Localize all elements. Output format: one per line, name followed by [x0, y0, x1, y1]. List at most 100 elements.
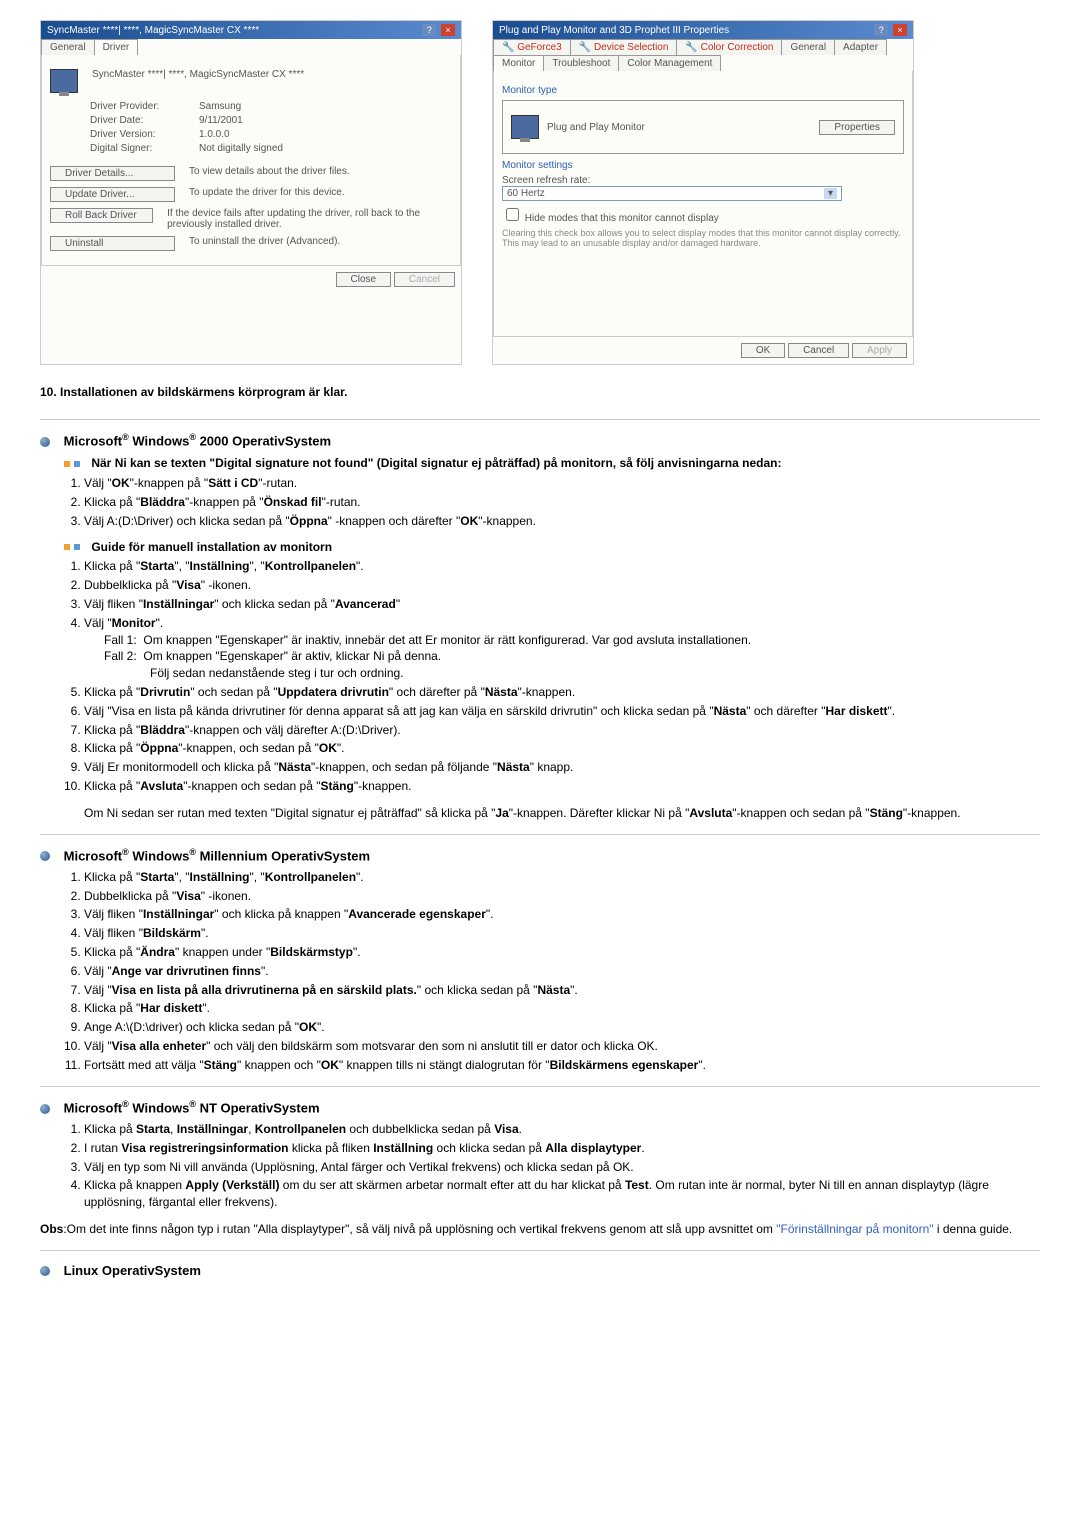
driver-info-grid: Driver Provider: Samsung Driver Date: 9/…	[90, 101, 452, 154]
close-icon[interactable]: ×	[441, 24, 455, 36]
monitor-settings-label: Monitor settings	[502, 160, 904, 171]
heading-windows-2000: Microsoft® Windows® 2000 OperativSystem	[40, 432, 1040, 448]
driver-properties-dialog: SyncMaster ****| ****, MagicSyncMaster C…	[40, 20, 462, 365]
bullet-icon	[40, 1104, 50, 1114]
chevron-down-icon: ▾	[824, 188, 837, 199]
dialog2-tabs: 🔧 GeForce3 🔧 Device Selection 🔧 Color Co…	[493, 39, 913, 71]
divider	[40, 419, 1040, 420]
tab-geforce[interactable]: 🔧 GeForce3	[493, 39, 571, 55]
hide-modes-checkbox-row: Hide modes that this monitor cannot disp…	[502, 205, 904, 224]
tab-driver[interactable]: Driver	[94, 39, 139, 55]
digital-sig-note: Om Ni sedan ser rutan med texten "Digita…	[84, 805, 1040, 822]
tab-color-management[interactable]: Color Management	[618, 55, 721, 71]
dialog1-tabs: General Driver	[41, 39, 461, 55]
list-digital-signature-steps: Välj "OK"-knappen på "Sätt i CD"-rutan. …	[40, 475, 1040, 529]
refresh-rate-label: Screen refresh rate:	[502, 175, 904, 186]
signer-label: Digital Signer:	[90, 143, 185, 154]
close-icon[interactable]: ×	[893, 24, 907, 36]
list-item: Välj Er monitormodell och klicka på "Näs…	[84, 759, 1040, 776]
dialog1-titlebar: SyncMaster ****| ****, MagicSyncMaster C…	[41, 21, 461, 39]
tab-general[interactable]: General	[41, 39, 95, 55]
monitor-type-box: Plug and Play Monitor Properties	[502, 100, 904, 154]
bullet-icon	[40, 437, 50, 447]
rollback-driver-desc: If the device fails after updating the d…	[167, 208, 452, 230]
list-item: Dubbelklicka på "Visa" -ikonen.	[84, 888, 1040, 905]
tab-adapter[interactable]: Adapter	[834, 39, 887, 55]
signer-value: Not digitally signed	[199, 143, 452, 154]
list-item: Klicka på "Har diskett".	[84, 1000, 1040, 1017]
list-item: Välj "Ange var drivrutinen finns".	[84, 963, 1040, 980]
cancel-button[interactable]: Cancel	[788, 343, 849, 358]
divider	[40, 1086, 1040, 1087]
divider	[40, 834, 1040, 835]
tab-device-selection[interactable]: 🔧 Device Selection	[570, 39, 678, 55]
preset-link[interactable]: "Förinställningar på monitorn"	[776, 1222, 933, 1236]
uninstall-button[interactable]: Uninstall	[50, 236, 175, 251]
refresh-rate-value: 60 Hertz	[507, 188, 545, 199]
dialog-screenshots-row: SyncMaster ****| ****, MagicSyncMaster C…	[40, 20, 1040, 365]
list-item: Välj "OK"-knappen på "Sätt i CD"-rutan.	[84, 475, 1040, 492]
sub-bullet-icon	[64, 540, 82, 554]
list-item: Dubbelklicka på "Visa" -ikonen.	[84, 577, 1040, 594]
heading-windows-nt: Microsoft® Windows® NT OperativSystem	[40, 1099, 1040, 1115]
driver-details-button[interactable]: Driver Details...	[50, 166, 175, 181]
list-item: I rutan Visa registreringsinformation kl…	[84, 1140, 1040, 1157]
subheading-digital-signature: När Ni kan se texten "Digital signature …	[64, 456, 1040, 471]
list-item: Välj "Visa en lista på kända drivrutiner…	[84, 703, 1040, 720]
bullet-icon	[40, 851, 50, 861]
date-value: 9/11/2001	[199, 115, 452, 126]
rollback-driver-button[interactable]: Roll Back Driver	[50, 208, 153, 223]
tab-general2[interactable]: General	[781, 39, 835, 55]
dialog1-body: SyncMaster ****| ****, MagicSyncMaster C…	[41, 55, 461, 266]
dialog2-bottom-buttons: OK Cancel Apply	[493, 337, 913, 364]
list-manual-install-steps: Klicka på "Starta", "Inställning", "Kont…	[40, 558, 1040, 794]
list-item: Klicka på "Starta", "Inställning", "Kont…	[84, 869, 1040, 886]
close-button[interactable]: Close	[336, 272, 392, 287]
monitor-icon	[50, 69, 78, 93]
list-item: Välj "Monitor". Fall 1: Om knappen "Egen…	[84, 615, 1040, 682]
sub-bullet-icon	[64, 457, 82, 471]
provider-value: Samsung	[199, 101, 452, 112]
fall-1: Fall 1: Om knappen "Egenskaper" är inakt…	[104, 632, 1040, 649]
list-item: Välj fliken "Inställningar" och klicka p…	[84, 906, 1040, 923]
help-icon[interactable]: ?	[874, 24, 888, 36]
tab-color-correction[interactable]: 🔧 Color Correction	[676, 39, 782, 55]
version-value: 1.0.0.0	[199, 129, 452, 140]
date-label: Driver Date:	[90, 115, 185, 126]
fall-2-cont: Följ sedan nedanstående steg i tur och o…	[150, 665, 1040, 682]
monitor-name: Plug and Play Monitor	[547, 122, 645, 133]
dialog2-titlebar: Plug and Play Monitor and 3D Prophet III…	[493, 21, 913, 39]
properties-button[interactable]: Properties	[819, 120, 895, 135]
tab-monitor[interactable]: Monitor	[493, 55, 544, 71]
dialog1-bottom-buttons: Close Cancel	[41, 266, 461, 293]
monitor-properties-dialog: Plug and Play Monitor and 3D Prophet III…	[492, 20, 914, 365]
update-driver-desc: To update the driver for this device.	[189, 187, 345, 198]
list-item: Välj A:(D:\Driver) och klicka sedan på "…	[84, 513, 1040, 530]
help-icon[interactable]: ?	[422, 24, 436, 36]
heading-windows-me: Microsoft® Windows® Millennium OperativS…	[40, 847, 1040, 863]
step-10-text: 10. Installationen av bildskärmens körpr…	[40, 385, 1040, 399]
bullet-icon	[40, 1266, 50, 1276]
list-item: Klicka på "Bläddra"-knappen och välj där…	[84, 722, 1040, 739]
update-driver-button[interactable]: Update Driver...	[50, 187, 175, 202]
device-name: SyncMaster ****| ****, MagicSyncMaster C…	[92, 69, 304, 80]
provider-label: Driver Provider:	[90, 101, 185, 112]
tab-troubleshoot[interactable]: Troubleshoot	[543, 55, 619, 71]
uninstall-desc: To uninstall the driver (Advanced).	[189, 236, 340, 247]
dialog2-title-text: Plug and Play Monitor and 3D Prophet III…	[499, 25, 729, 36]
list-item: Fortsätt med att välja "Stäng" knappen o…	[84, 1057, 1040, 1074]
subheading-manual-install: Guide för manuell installation av monito…	[64, 540, 1040, 555]
list-item: Klicka på "Drivrutin" och sedan på "Uppd…	[84, 684, 1040, 701]
driver-details-desc: To view details about the driver files.	[189, 166, 350, 177]
heading-linux: Linux OperativSystem	[40, 1263, 1040, 1278]
hide-modes-checkbox[interactable]	[506, 208, 519, 221]
list-nt-steps: Klicka på Starta, Inställningar, Kontrol…	[40, 1121, 1040, 1211]
refresh-rate-select[interactable]: 60 Hertz ▾	[502, 186, 842, 201]
dialog1-title-text: SyncMaster ****| ****, MagicSyncMaster C…	[47, 25, 259, 36]
hide-modes-description: Clearing this check box allows you to se…	[502, 228, 904, 248]
ok-button[interactable]: OK	[741, 343, 785, 358]
list-item: Klicka på "Bläddra"-knappen på "Önskad f…	[84, 494, 1040, 511]
cancel-button-disabled: Cancel	[394, 272, 455, 287]
list-item: Välj fliken "Inställningar" och klicka s…	[84, 596, 1040, 613]
list-item: Klicka på "Ändra" knappen under "Bildskä…	[84, 944, 1040, 961]
